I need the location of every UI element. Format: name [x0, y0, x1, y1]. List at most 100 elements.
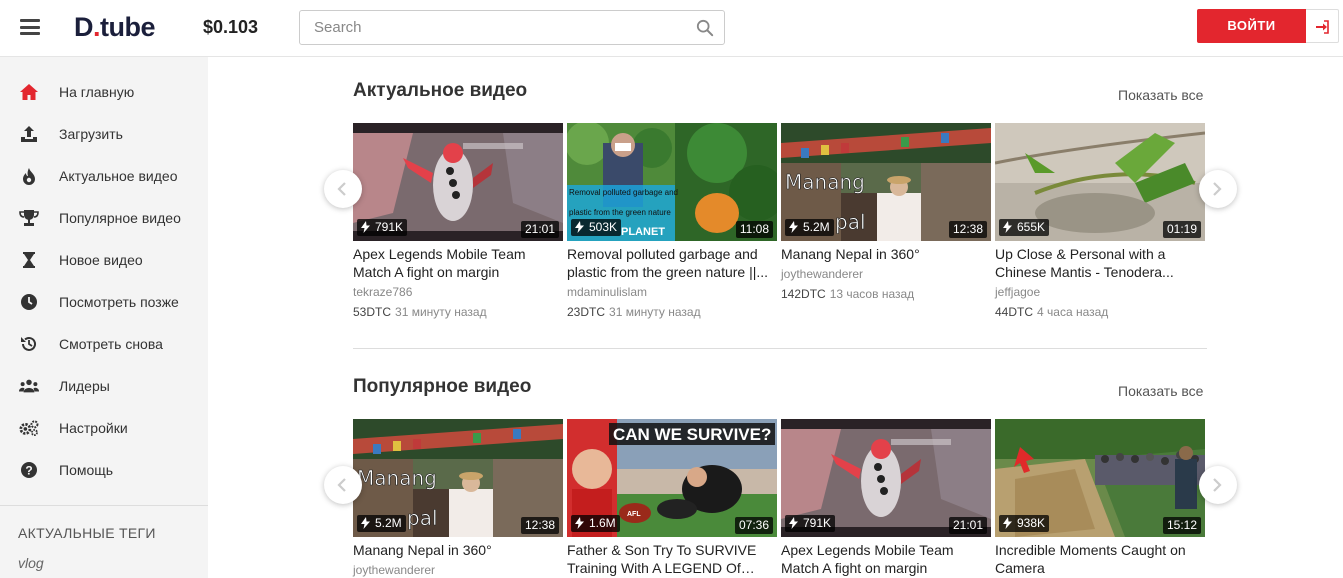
thumbnail-overlay-text: CAN WE SURVIVE?: [613, 425, 771, 444]
video-card: Manang pal 5.2M 12:38 Manang Nepal in 36…: [353, 419, 563, 578]
sidebar-item-trending[interactable]: Актуальное видео: [0, 155, 208, 197]
sidebar-item-label: Актуальное видео: [59, 168, 178, 184]
help-icon: ?: [19, 460, 39, 480]
login-button[interactable]: ВОЙТИ: [1197, 9, 1306, 43]
chevron-left-icon: [337, 182, 346, 196]
section-title-trending: Актуальное видео: [353, 80, 528, 101]
sign-in-icon: [1316, 20, 1329, 34]
thumbnail-overlay-text: Manang: [785, 170, 865, 194]
video-thumbnail[interactable]: 655K 01:19: [995, 123, 1205, 241]
views-badge: 791K: [785, 515, 836, 532]
tag-link[interactable]: vlog: [18, 555, 44, 571]
search-box: [299, 10, 725, 45]
video-thumbnail[interactable]: Manang pal 5.2M 12:38: [353, 419, 563, 537]
logo-d: D: [74, 12, 94, 42]
carousel-next-button[interactable]: [1199, 170, 1237, 208]
views-count: 655K: [1017, 220, 1046, 234]
video-title[interactable]: Up Close & Personal with a Chinese Manti…: [995, 245, 1205, 281]
sidebar-divider: [0, 505, 208, 506]
hourglass-icon: [19, 250, 39, 270]
thumbnail-overlay-text: Manang: [357, 466, 437, 490]
video-thumbnail[interactable]: Manang pal 5.2M 12:38: [781, 123, 991, 241]
show-all-trending-link[interactable]: Показать все: [1118, 87, 1203, 103]
time-ago: 13 часов назад: [829, 287, 915, 301]
upload-icon: [19, 124, 39, 144]
sidebar-item-label: Помощь: [59, 462, 114, 478]
carousel-next-button[interactable]: [1199, 466, 1237, 504]
video-card: 791K 21:01 Apex Legends Mobile Team Matc…: [353, 123, 563, 323]
sidebar-item-upload[interactable]: Загрузить: [0, 113, 208, 155]
duration-badge: 11:08: [735, 221, 773, 238]
views-badge: 938K: [999, 515, 1050, 532]
thumbnail-overlay-text: pal: [835, 210, 866, 234]
video-title[interactable]: Removal polluted garbage and plastic fro…: [567, 245, 777, 281]
sidebar-item-label: Настройки: [59, 420, 128, 436]
sidebar-item-popular[interactable]: Популярное видео: [0, 197, 208, 239]
sidebar-item-watch-later[interactable]: Посмотреть позже: [0, 281, 208, 323]
video-title[interactable]: Apex Legends Mobile Team Match A fight o…: [781, 541, 991, 577]
sidebar-item-label: Популярное видео: [59, 210, 181, 226]
video-author[interactable]: joythewanderer: [781, 267, 863, 281]
history-icon: [19, 334, 39, 354]
flame-icon: [19, 166, 39, 186]
sidebar-item-leaders[interactable]: Лидеры: [0, 365, 208, 407]
sidebar-item-history[interactable]: Смотреть снова: [0, 323, 208, 365]
video-title-text: Manang Nepal in 360°: [353, 542, 492, 558]
sidebar-item-help[interactable]: ? Помощь: [0, 449, 208, 491]
show-all-popular-link[interactable]: Показать все: [1118, 383, 1203, 399]
video-thumbnail[interactable]: 791K 21:01: [781, 419, 991, 537]
sidebar-item-label: Посмотреть позже: [59, 294, 179, 310]
video-author[interactable]: mdaminulislam: [567, 285, 647, 299]
dtc-value: 53DTC: [353, 305, 392, 319]
views-count: 503K: [589, 220, 618, 234]
video-meta: 44DTC 4 часа назад: [995, 305, 1108, 319]
time-ago: 31 минуту назад: [609, 305, 701, 319]
carousel-prev-button[interactable]: [324, 170, 362, 208]
menu-icon[interactable]: [20, 19, 40, 35]
sidebar-item-label: Новое видео: [59, 252, 143, 268]
video-title-text: Father & Son Try To SURVIVE Training Wit…: [567, 542, 757, 576]
video-author[interactable]: joythewanderer: [353, 563, 435, 577]
thumbnail-overlay-text: AFL: [627, 511, 641, 518]
sidebar-item-label: На главную: [59, 84, 135, 100]
video-title[interactable]: Manang Nepal in 360°: [353, 541, 563, 559]
video-title[interactable]: Apex Legends Mobile Team Match A fight o…: [353, 245, 563, 281]
video-thumbnail[interactable]: 791K 21:01: [353, 123, 563, 241]
duration-badge: 01:19: [1162, 221, 1201, 238]
video-title[interactable]: Manang Nepal in 360°: [781, 245, 991, 263]
search-icon[interactable]: [696, 19, 714, 37]
video-thumbnail[interactable]: Removal polluted garbage and plastic fro…: [567, 123, 777, 241]
duration-badge: 12:38: [520, 517, 559, 534]
cogs-icon: [19, 418, 39, 438]
video-thumbnail[interactable]: AFL CAN WE SURVIVE? 1.6M 07:36: [567, 419, 777, 537]
chevron-right-icon: [1213, 182, 1222, 196]
search-input[interactable]: [300, 11, 680, 44]
views-badge: 1.6M: [571, 515, 620, 532]
views-count: 938K: [1017, 516, 1046, 530]
sidebar-item-settings[interactable]: Настройки: [0, 407, 208, 449]
login-icon-button[interactable]: [1306, 9, 1339, 43]
sidebar-item-label: Лидеры: [59, 378, 110, 394]
sidebar-item-home[interactable]: На главную: [0, 71, 208, 113]
section-title-popular: Популярное видео: [353, 376, 532, 397]
duration-badge: 15:12: [1162, 517, 1201, 534]
sidebar-item-label: Загрузить: [59, 126, 123, 142]
views-count: 5.2M: [803, 220, 830, 234]
dtube-logo[interactable]: D.tube: [74, 12, 156, 43]
bolt-icon: [361, 221, 370, 233]
video-author[interactable]: jeffjagoe: [995, 285, 1040, 299]
thumbnail-overlay-text: PLANET: [621, 226, 665, 238]
video-meta: 53DTC 31 минуту назад: [353, 305, 487, 319]
video-thumbnail[interactable]: 938K 15:12: [995, 419, 1205, 537]
thumbnail-overlay-text: pal: [407, 506, 438, 530]
video-author[interactable]: tekraze786: [353, 285, 412, 299]
carousel-prev-button[interactable]: [324, 466, 362, 504]
video-title[interactable]: Incredible Moments Caught on Camera: [995, 541, 1205, 577]
duration-badge: 07:36: [734, 517, 773, 534]
sidebar-item-new[interactable]: Новое видео: [0, 239, 208, 281]
video-meta: 23DTC 31 минуту назад: [567, 305, 701, 319]
video-card: Removal polluted garbage and plastic fro…: [567, 123, 777, 323]
video-title[interactable]: Father & Son Try To SURVIVE Training Wit…: [567, 541, 777, 577]
wallet-balance: $0.103: [203, 17, 259, 37]
top-header: D.tube $0.103 ВОЙТИ: [0, 0, 1343, 57]
